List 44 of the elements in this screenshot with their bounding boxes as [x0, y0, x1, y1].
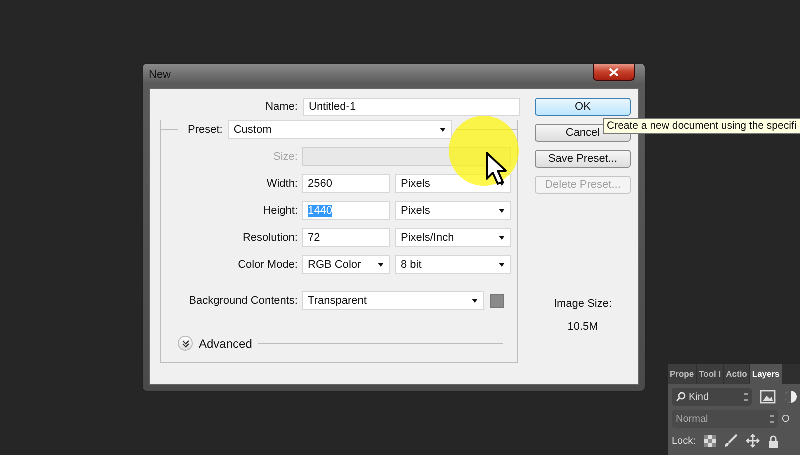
blend-dropdown[interactable]: Normal	[672, 410, 778, 428]
panel-tab[interactable]: Tool I	[697, 364, 724, 384]
close-icon	[609, 68, 619, 76]
preset-label: Preset:	[188, 124, 223, 136]
mode-dropdown[interactable]: RGB Color	[302, 255, 390, 274]
number-field[interactable]: 72	[302, 228, 390, 247]
field-label: Width:	[266, 178, 298, 190]
image-size-value: 10.5M	[568, 321, 598, 333]
circle-icon[interactable]	[784, 390, 798, 404]
brush-icon[interactable]	[724, 434, 738, 448]
window-title: New	[149, 69, 172, 81]
tooltip: Create a new document using the specifi	[603, 118, 800, 134]
advanced-label: Advanced	[199, 336, 252, 350]
number-field[interactable]: 2560	[302, 174, 390, 193]
field-label: Size:	[272, 150, 298, 162]
background-dropdown[interactable]: Transparent	[302, 291, 484, 310]
move-icon[interactable]	[746, 434, 760, 448]
dialog-button[interactable]: Save Preset...	[535, 150, 631, 168]
field-label: Background Contents:	[188, 294, 298, 306]
dialog-button[interactable]: OK	[535, 98, 631, 116]
name-field[interactable]: Untitled-1	[303, 98, 520, 116]
color-swatch[interactable]	[490, 294, 504, 308]
expand-icon[interactable]	[178, 336, 193, 351]
filter-field[interactable]: Kind	[672, 388, 752, 406]
preset-dropdown[interactable]: Custom	[228, 120, 452, 139]
lock-icon[interactable]	[768, 434, 779, 448]
lock-label: Lock:	[672, 436, 696, 446]
image-size-label: Image Size:	[554, 298, 612, 310]
field-label: Resolution:	[242, 232, 298, 244]
close-button[interactable]	[593, 64, 635, 81]
panel-tab[interactable]: Actio	[724, 364, 750, 384]
checker-icon[interactable]	[704, 435, 716, 447]
name-label: Name:	[264, 101, 298, 113]
search-icon	[676, 392, 686, 402]
field-label: Color Mode:	[237, 258, 298, 270]
panel-tab[interactable]: Prope	[668, 364, 696, 384]
image-icon[interactable]	[760, 390, 776, 404]
field-label: Height:	[262, 204, 298, 216]
cursor-icon	[485, 151, 509, 187]
unit-dropdown[interactable]: Pixels/Inch	[395, 228, 511, 247]
opacity-label: O	[782, 414, 790, 424]
depth-dropdown[interactable]: 8 bit	[395, 255, 511, 274]
panel-tab[interactable]: Layers	[750, 364, 782, 384]
unit-dropdown[interactable]: Pixels	[395, 201, 511, 220]
